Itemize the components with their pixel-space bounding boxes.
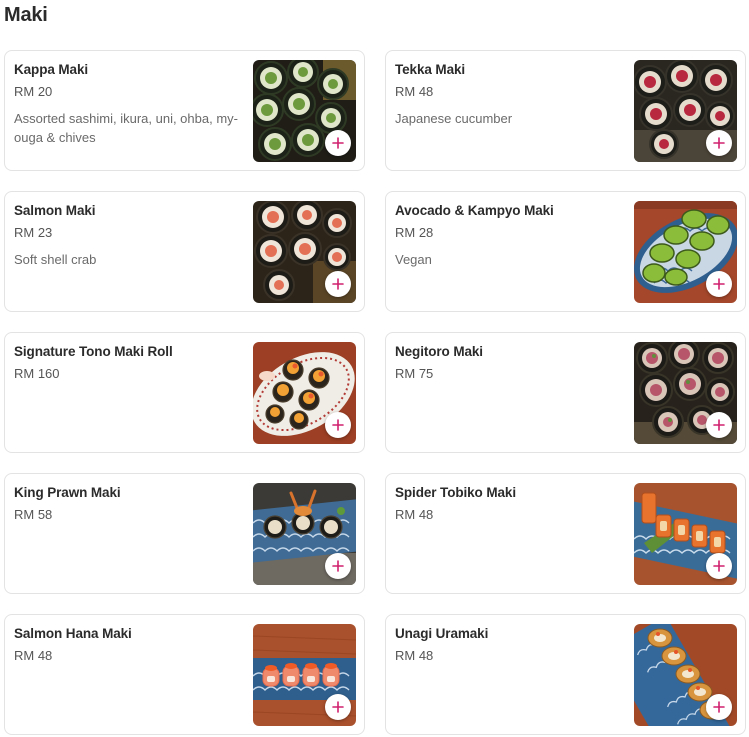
plus-icon: [332, 560, 344, 572]
menu-item-name: Tekka Maki: [395, 62, 466, 77]
menu-item-card[interactable]: Salmon Maki RM 23 Soft shell crab: [4, 191, 365, 312]
menu-item-name: Unagi Uramaki: [395, 626, 489, 641]
plus-icon: [713, 419, 725, 431]
menu-item-info: King Prawn Maki RM 58: [14, 484, 246, 532]
menu-item-card[interactable]: King Prawn Maki RM 58: [4, 473, 365, 594]
menu-item-price: RM 48: [395, 507, 434, 522]
kappa-maki-photo[interactable]: [253, 60, 356, 162]
menu-item-name: Salmon Maki: [14, 203, 96, 218]
menu-item-card[interactable]: Kappa Maki RM 20 Assorted sashimi, ikura…: [4, 50, 365, 171]
menu-item-info: Avocado & Kampyo Maki RM 28 Vegan: [395, 202, 627, 269]
section-title: Maki: [4, 4, 48, 26]
menu-item-name: Signature Tono Maki Roll: [14, 344, 173, 359]
salmon-maki-photo[interactable]: [253, 201, 356, 303]
plus-icon: [332, 278, 344, 290]
menu-item-card[interactable]: Avocado & Kampyo Maki RM 28 Vegan: [385, 191, 746, 312]
plus-icon: [332, 701, 344, 713]
menu-item-name: Negitoro Maki: [395, 344, 483, 359]
menu-item-info: Salmon Maki RM 23 Soft shell crab: [14, 202, 246, 269]
tekka-maki-photo[interactable]: [634, 60, 737, 162]
plus-icon: [713, 560, 725, 572]
menu-item-price: RM 28: [395, 225, 434, 240]
menu-item-info: Kappa Maki RM 20 Assorted sashimi, ikura…: [14, 61, 246, 147]
add-to-cart-button[interactable]: [706, 412, 732, 438]
menu-item-card[interactable]: Negitoro Maki RM 75: [385, 332, 746, 453]
menu-item-price: RM 58: [14, 507, 53, 522]
menu-item-info: Unagi Uramaki RM 48: [395, 625, 627, 673]
menu-item-card[interactable]: Tekka Maki RM 48 Japanese cucumber: [385, 50, 746, 171]
menu-item-price: RM 160: [14, 366, 60, 381]
menu-item-description: Soft shell crab: [14, 252, 97, 267]
menu-item-info: Tekka Maki RM 48 Japanese cucumber: [395, 61, 627, 128]
menu-item-info: Spider Tobiko Maki RM 48: [395, 484, 627, 532]
unagi-uramaki-photo[interactable]: [634, 624, 737, 726]
avocado-kampyo-maki-photo[interactable]: [634, 201, 737, 303]
menu-item-name: Kappa Maki: [14, 62, 89, 77]
add-to-cart-button[interactable]: [706, 271, 732, 297]
menu-item-price: RM 23: [14, 225, 53, 240]
menu-item-price: RM 48: [395, 648, 434, 663]
spider-tobiko-maki-photo[interactable]: [634, 483, 737, 585]
menu-item-info: Salmon Hana Maki RM 48: [14, 625, 246, 673]
add-to-cart-button[interactable]: [325, 412, 351, 438]
plus-icon: [332, 137, 344, 149]
add-to-cart-button[interactable]: [325, 694, 351, 720]
menu-item-name: King Prawn Maki: [14, 485, 121, 500]
menu-item-card[interactable]: Salmon Hana Maki RM 48: [4, 614, 365, 735]
plus-icon: [332, 419, 344, 431]
menu-item-price: RM 75: [395, 366, 434, 381]
menu-item-name: Spider Tobiko Maki: [395, 485, 516, 500]
add-to-cart-button[interactable]: [706, 694, 732, 720]
menu-item-price: RM 20: [14, 84, 53, 99]
add-to-cart-button[interactable]: [325, 130, 351, 156]
menu-item-card[interactable]: Signature Tono Maki Roll RM 160: [4, 332, 365, 453]
add-to-cart-button[interactable]: [706, 130, 732, 156]
plus-icon: [713, 278, 725, 290]
signature-tono-maki-roll-photo[interactable]: [253, 342, 356, 444]
add-to-cart-button[interactable]: [325, 553, 351, 579]
plus-icon: [713, 137, 725, 149]
negitoro-maki-photo[interactable]: [634, 342, 737, 444]
menu-item-price: RM 48: [14, 648, 53, 663]
salmon-hana-maki-photo[interactable]: [253, 624, 356, 726]
menu-item-name: Salmon Hana Maki: [14, 626, 132, 641]
menu-item-card[interactable]: Unagi Uramaki RM 48: [385, 614, 746, 735]
king-prawn-maki-photo[interactable]: [253, 483, 356, 585]
menu-item-info: Signature Tono Maki Roll RM 160: [14, 343, 246, 391]
menu-item-description: Japanese cucumber: [395, 111, 513, 126]
add-to-cart-button[interactable]: [706, 553, 732, 579]
menu-item-price: RM 48: [395, 84, 434, 99]
menu-item-name: Avocado & Kampyo Maki: [395, 203, 554, 218]
plus-icon: [713, 701, 725, 713]
add-to-cart-button[interactable]: [325, 271, 351, 297]
menu-item-info: Negitoro Maki RM 75: [395, 343, 627, 391]
menu-item-description: Vegan: [395, 252, 432, 267]
menu-item-card[interactable]: Spider Tobiko Maki RM 48: [385, 473, 746, 594]
menu-item-description: Assorted sashimi, ikura, uni, ohba, my-o…: [14, 111, 238, 145]
menu-grid: Kappa Maki RM 20 Assorted sashimi, ikura…: [4, 50, 746, 735]
